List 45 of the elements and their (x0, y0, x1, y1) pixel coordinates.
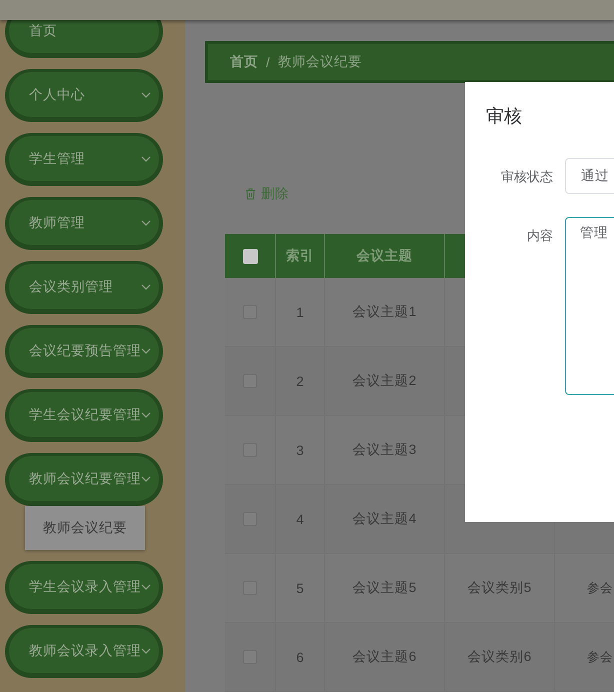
field-label: 内容 (526, 227, 553, 245)
menu-item[interactable]: 学生会议纪要管理 (5, 389, 163, 442)
breadcrumb-link[interactable]: 首页 (230, 53, 258, 71)
menu-item[interactable]: 教师会议纪要管理 (5, 453, 163, 506)
table-cell: 会议主题4 (352, 510, 416, 528)
table-cell: 会议主题3 (352, 441, 416, 459)
chevron-down-icon (141, 348, 151, 354)
table-cell: 参会 (587, 648, 613, 666)
table-cell: 4 (296, 512, 304, 526)
chevron-down-icon (141, 584, 151, 590)
table-cell: 1 (296, 304, 304, 320)
breadcrumb-separator: / (266, 54, 270, 70)
select-all-checkbox[interactable] (242, 248, 258, 264)
table-cell: 2 (296, 374, 304, 388)
menu-item[interactable]: 会议类别管理 (5, 261, 163, 314)
chevron-down-icon (141, 220, 151, 226)
chevron-down-icon (141, 412, 151, 418)
trash-icon (245, 188, 256, 200)
table-cell: 会议类别5 (468, 579, 532, 597)
table-cell: 6 (296, 650, 304, 664)
chevron-down-icon (141, 156, 151, 162)
menu-item[interactable]: 学生会议录入管理 (5, 561, 163, 614)
menu-item[interactable]: 首页 (5, 20, 163, 58)
table-cell: 3 (296, 442, 304, 458)
table-cell: 会议主题6 (352, 648, 416, 666)
table-cell: 5 (296, 580, 304, 596)
dialog-title: 审核 (486, 105, 523, 128)
table-cell: 参会 (587, 580, 613, 596)
field-label: 审核状态 (500, 168, 553, 186)
submenu-item[interactable]: 教师会议纪要 (25, 506, 145, 550)
table-cell: 会议主题1 (352, 303, 416, 321)
menu-item[interactable]: 学生管理 (5, 133, 163, 186)
chevron-down-icon (141, 476, 151, 482)
chevron-down-icon (141, 648, 151, 654)
menu-item[interactable]: 教师会议录入管理 (5, 625, 163, 678)
table-cell: 会议类别6 (468, 648, 532, 666)
menu-item[interactable]: 教师管理 (5, 197, 163, 250)
chevron-down-icon (141, 284, 151, 290)
menu-item[interactable]: 个人中心 (5, 69, 163, 122)
table-cell: 会议主题5 (352, 579, 416, 597)
table-cell: 会议主题2 (352, 372, 416, 390)
content-textarea[interactable]: 管理 (565, 217, 614, 395)
menu-item[interactable]: 会议纪要预告管理 (5, 325, 163, 378)
status-select[interactable]: 通过 (565, 158, 614, 194)
chevron-down-icon (141, 92, 151, 98)
